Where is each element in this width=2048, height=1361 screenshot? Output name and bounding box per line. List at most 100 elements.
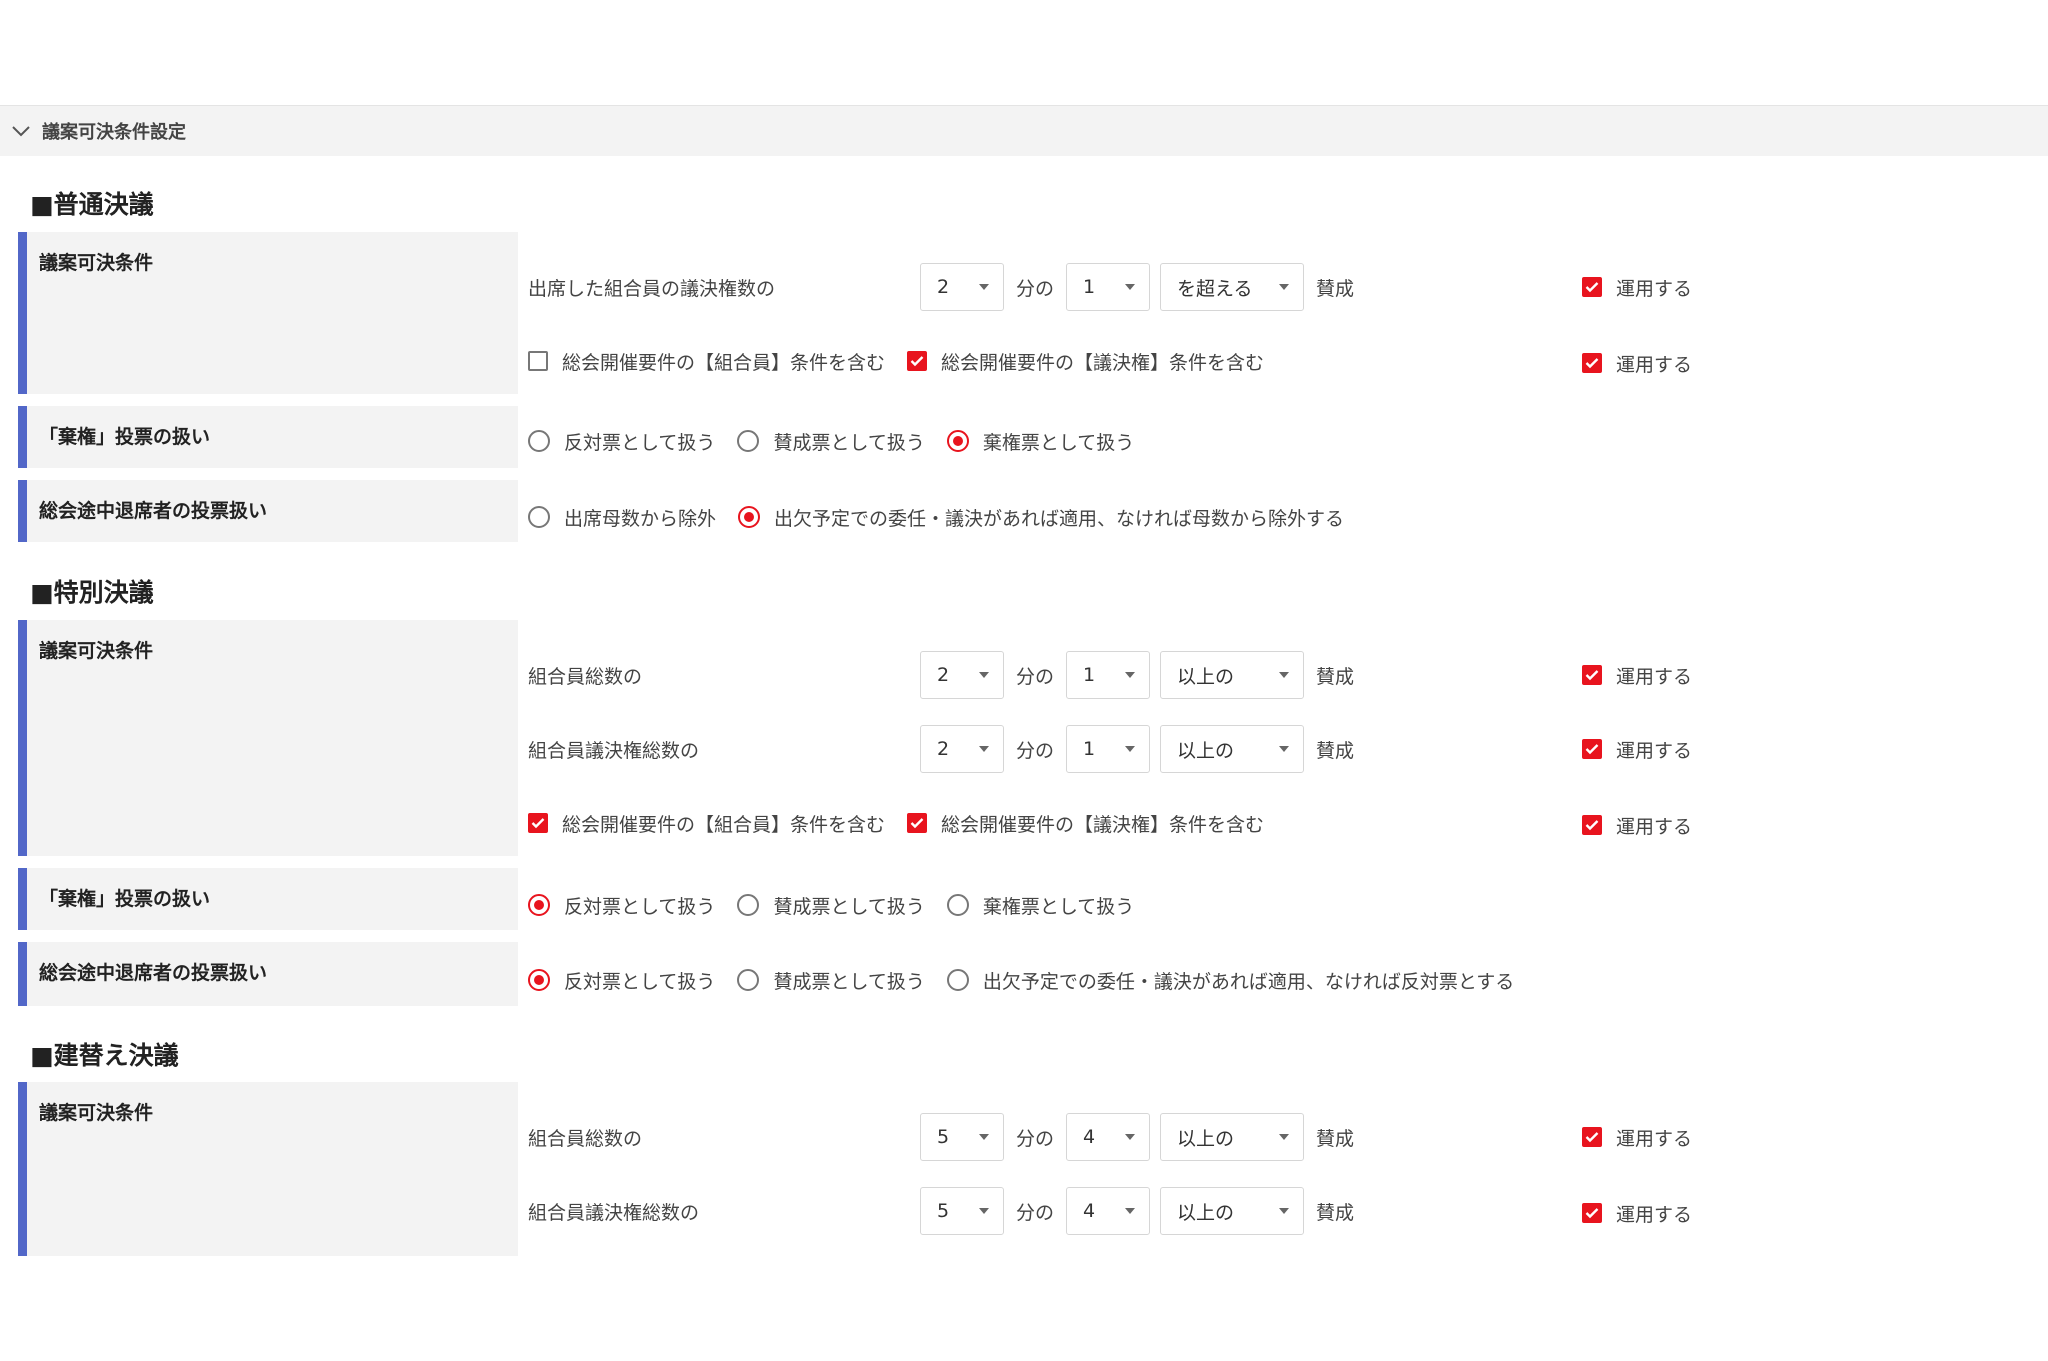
numerator-select[interactable]: 1 (1066, 263, 1151, 311)
radio-special-abstain-for[interactable]: 賛成票として扱う (737, 892, 925, 919)
denominator-select[interactable]: 5 (920, 1113, 1004, 1161)
fraction-unit: 分の (1016, 1127, 1055, 1150)
approval-label: 賛成 (1316, 739, 1355, 762)
check-icon[interactable] (1582, 739, 1602, 759)
approval-label: 賛成 (1316, 665, 1355, 688)
numerator-select[interactable]: 1 (1066, 651, 1151, 699)
caret-down-icon (1125, 284, 1136, 290)
comparison-select[interactable]: 以上の (1160, 1113, 1305, 1161)
radio-icon[interactable] (946, 894, 969, 916)
ordinary-leave-row: 出席母数から除外 出欠予定での委任・議決があれば適用、なければ母数から除外する (528, 492, 1366, 542)
check-icon[interactable] (907, 351, 928, 371)
check-icon[interactable] (528, 813, 548, 833)
radio-selected-icon[interactable] (738, 506, 761, 528)
condition-description: 出席した組合員の議決権数の (528, 277, 776, 300)
radio-ordinary-leave-exclude[interactable]: 出席母数から除外 (528, 504, 716, 531)
comparison-select[interactable]: 以上の (1160, 1187, 1305, 1235)
radio-selected-icon[interactable] (946, 430, 969, 452)
radio-ordinary-abstain-for[interactable]: 賛成票として扱う (737, 428, 925, 455)
caret-down-icon (1125, 1134, 1136, 1140)
caret-down-icon (979, 746, 989, 752)
condition-description: 組合員総数の (528, 665, 643, 688)
label-ordinary-condition: 議案可決条件 (18, 232, 518, 394)
radio-special-abstain-against[interactable]: 反対票として扱う (528, 892, 715, 919)
radio-ordinary-abstain-abstain[interactable]: 棄権票として扱う (946, 428, 1134, 455)
caret-down-icon (979, 284, 989, 290)
caret-down-icon (1279, 746, 1290, 752)
caret-down-icon (1125, 672, 1136, 678)
radio-icon[interactable] (528, 506, 550, 528)
label-rebuild-condition: 議案可決条件 (18, 1082, 518, 1256)
radio-special-abstain-abstain[interactable]: 棄権票として扱う (946, 892, 1134, 919)
radio-icon[interactable] (737, 894, 760, 916)
label-special-abstain: 「棄権」投票の扱い (18, 868, 518, 930)
fraction-unit: 分の (1016, 1201, 1055, 1224)
label-special-leave: 総会途中退席者の投票扱い (18, 942, 518, 1006)
radio-ordinary-leave-apply[interactable]: 出欠予定での委任・議決があれば適用、なければ母数から除外する (738, 504, 1344, 531)
fraction-unit: 分の (1016, 277, 1055, 300)
fraction-unit: 分の (1016, 665, 1055, 688)
apply-special-include[interactable]: 運用する (1582, 800, 1692, 850)
denominator-select[interactable]: 5 (920, 1187, 1004, 1235)
rebuild-condition-row1: 組合員総数の 5 分の 4 以上の 賛成 (528, 1112, 1366, 1162)
apply-special-row2[interactable]: 運用する (1582, 724, 1692, 774)
radio-selected-icon[interactable] (528, 894, 550, 916)
caret-down-icon (1279, 284, 1290, 290)
check-icon[interactable] (1582, 1203, 1602, 1223)
radio-special-leave-apply[interactable]: 出欠予定での委任・議決があれば適用、なければ反対票とする (946, 967, 1514, 994)
denominator-select[interactable]: 2 (920, 725, 1004, 773)
numerator-select[interactable]: 4 (1066, 1113, 1151, 1161)
caret-down-icon (979, 1208, 989, 1214)
chevron-down-icon[interactable] (6, 116, 36, 146)
radio-special-leave-against[interactable]: 反対票として扱う (528, 967, 715, 994)
check-icon[interactable] (1582, 815, 1602, 835)
numerator-select[interactable]: 4 (1066, 1187, 1151, 1235)
apply-ordinary-include[interactable]: 運用する (1582, 338, 1692, 388)
section-title-ordinary: ■普通決議 (30, 190, 154, 219)
radio-ordinary-abstain-against[interactable]: 反対票として扱う (528, 428, 715, 455)
condition-description: 組合員議決権総数の (528, 1201, 700, 1224)
comparison-select[interactable]: 以上の (1160, 725, 1305, 773)
numerator-select[interactable]: 1 (1066, 725, 1151, 773)
label-special-condition: 議案可決条件 (18, 620, 518, 856)
include-members-checkbox[interactable]: 総会開催要件の【組合員】条件を含む (528, 810, 885, 837)
condition-description: 組合員総数の (528, 1127, 643, 1150)
comparison-select[interactable]: を超える (1160, 263, 1305, 311)
check-icon[interactable] (1582, 353, 1602, 373)
comparison-select[interactable]: 以上の (1160, 651, 1305, 699)
radio-icon[interactable] (528, 430, 550, 452)
check-icon[interactable] (1582, 277, 1602, 297)
include-members-checkbox[interactable]: 総会開催要件の【組合員】条件を含む (528, 348, 885, 375)
rebuild-condition-row2: 組合員議決権総数の 5 分の 4 以上の 賛成 (528, 1186, 1366, 1236)
label-ordinary-abstain: 「棄権」投票の扱い (18, 406, 518, 468)
apply-special-row1[interactable]: 運用する (1582, 650, 1692, 700)
caret-down-icon (1279, 1134, 1290, 1140)
ordinary-condition-row: 出席した組合員の議決権数の 2 分の 1 を超える 賛成 (528, 262, 1366, 312)
denominator-select[interactable]: 2 (920, 263, 1004, 311)
apply-ordinary-row1[interactable]: 運用する (1582, 262, 1692, 312)
section-title-special: ■特別決議 (30, 578, 154, 607)
radio-icon[interactable] (737, 430, 760, 452)
panel-header[interactable]: 議案可決条件設定 (0, 105, 2048, 156)
special-include-row: 総会開催要件の【組合員】条件を含む 総会開催要件の【議決権】条件を含む (528, 798, 1286, 848)
check-icon[interactable] (907, 813, 928, 833)
radio-selected-icon[interactable] (528, 969, 550, 991)
caret-down-icon (979, 672, 989, 678)
panel-title: 議案可決条件設定 (42, 122, 186, 143)
caret-down-icon (979, 1134, 989, 1140)
radio-special-leave-for[interactable]: 賛成票として扱う (737, 967, 925, 994)
approval-label: 賛成 (1316, 1127, 1355, 1150)
caret-down-icon (1279, 1208, 1290, 1214)
radio-icon[interactable] (946, 969, 969, 991)
include-votes-checkbox[interactable]: 総会開催要件の【議決権】条件を含む (907, 348, 1264, 375)
radio-icon[interactable] (737, 969, 760, 991)
apply-rebuild-row2[interactable]: 運用する (1582, 1188, 1692, 1238)
check-icon[interactable] (1582, 665, 1602, 685)
ordinary-include-row: 総会開催要件の【組合員】条件を含む 総会開催要件の【議決権】条件を含む (528, 336, 1286, 386)
checkbox-empty-icon[interactable] (528, 351, 548, 371)
apply-rebuild-row1[interactable]: 運用する (1582, 1112, 1692, 1162)
denominator-select[interactable]: 2 (920, 651, 1004, 699)
include-votes-checkbox[interactable]: 総会開催要件の【議決権】条件を含む (907, 810, 1264, 837)
fraction-unit: 分の (1016, 739, 1055, 762)
check-icon[interactable] (1582, 1127, 1602, 1147)
